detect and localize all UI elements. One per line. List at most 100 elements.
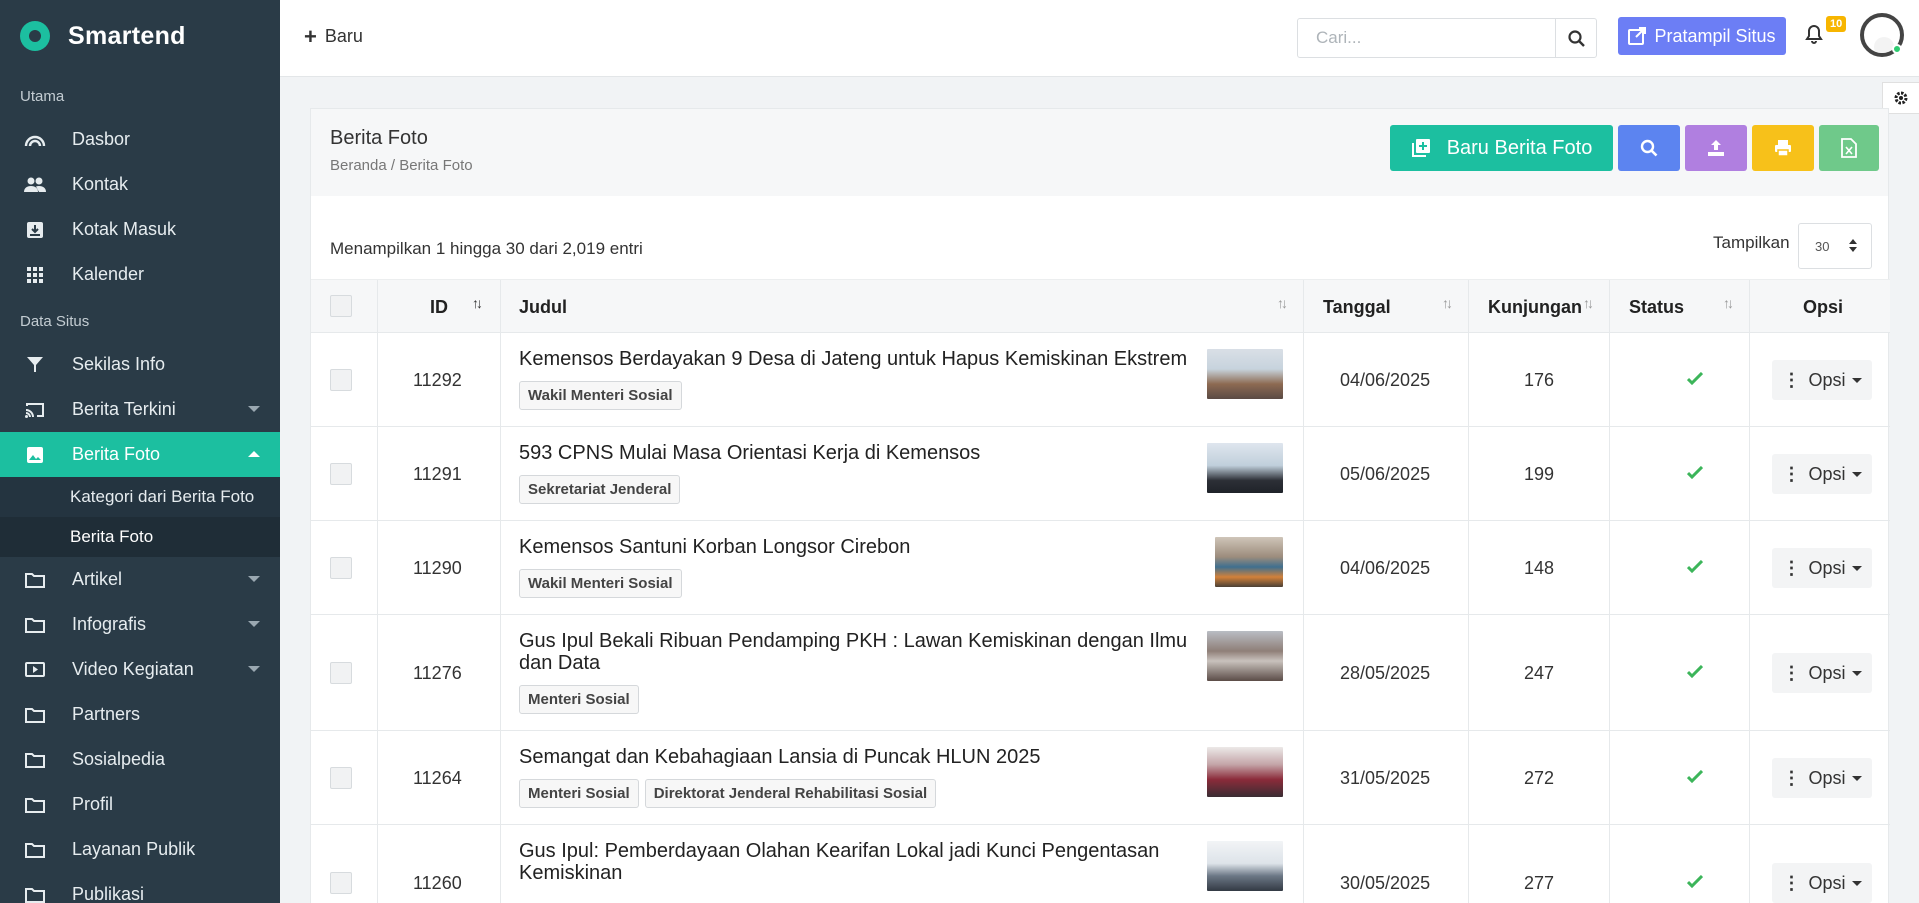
category-tag[interactable]: Wakil Menteri Sosial bbox=[519, 569, 682, 598]
row-thumbnail[interactable] bbox=[1215, 537, 1283, 587]
row-options-button[interactable]: ⋮ Opsi bbox=[1772, 548, 1872, 588]
sort-icon[interactable]: ↑↓ bbox=[1723, 295, 1734, 311]
more-vertical-icon: ⋮ bbox=[1782, 872, 1801, 893]
sidebar-item-partners[interactable]: Partners bbox=[0, 692, 280, 737]
bell-icon[interactable] bbox=[1805, 24, 1823, 49]
column-header-title[interactable]: Judul bbox=[519, 297, 567, 318]
category-tag[interactable]: Wakil Menteri Sosial bbox=[519, 381, 682, 410]
select-all-checkbox[interactable] bbox=[330, 295, 352, 317]
preview-site-label: Pratampil Situs bbox=[1654, 25, 1776, 46]
submenu-item-berita-foto[interactable]: Berita Foto bbox=[0, 517, 280, 557]
row-thumbnail[interactable] bbox=[1207, 349, 1283, 399]
table-row[interactable]: 11260 Gus Ipul: Pemberdayaan Olahan Kear… bbox=[311, 825, 1890, 903]
category-tag[interactable]: Menteri Sosial bbox=[519, 779, 639, 808]
search-button[interactable] bbox=[1555, 19, 1596, 57]
photo-icon bbox=[22, 446, 48, 464]
sidebar-item-label: Video Kegiatan bbox=[72, 659, 194, 679]
sidebar-item-profil[interactable]: Profil bbox=[0, 782, 280, 827]
sidebar-item-label: Kotak Masuk bbox=[72, 219, 177, 239]
row-tags: Sekretariat Jenderal bbox=[519, 475, 681, 504]
column-header-visits[interactable]: Kunjungan bbox=[1488, 297, 1582, 318]
page-size-select[interactable]: 30 bbox=[1798, 223, 1872, 269]
status-active-check-icon[interactable] bbox=[1687, 372, 1703, 385]
row-options-button[interactable]: ⋮ Opsi bbox=[1772, 863, 1872, 903]
sidebar-item-layanan-publik[interactable]: Layanan Publik bbox=[0, 827, 280, 872]
status-active-check-icon[interactable] bbox=[1687, 770, 1703, 783]
row-options-button[interactable]: ⋮ Opsi bbox=[1772, 454, 1872, 494]
sidebar-item-berita-terkini[interactable]: Berita Terkini bbox=[0, 387, 280, 432]
upload-button[interactable] bbox=[1685, 125, 1747, 171]
search-records-button[interactable] bbox=[1618, 125, 1680, 171]
sidebar-item-video-kegiatan[interactable]: Video Kegiatan bbox=[0, 647, 280, 692]
row-title[interactable]: Kemensos Berdayakan 9 Desa di Jateng unt… bbox=[519, 348, 1199, 370]
category-tag[interactable]: Direktorat Jenderal Rehabilitasi Sosial bbox=[644, 779, 937, 808]
breadcrumb[interactable]: Beranda / Berita Foto bbox=[330, 157, 473, 174]
row-visits: 272 bbox=[1524, 768, 1555, 788]
row-thumbnail[interactable] bbox=[1207, 841, 1283, 891]
row-title[interactable]: Gus Ipul Bekali Ribuan Pendamping PKH : … bbox=[519, 630, 1199, 674]
brand[interactable]: Smartend bbox=[0, 0, 280, 72]
category-tag[interactable]: Sekretariat Jenderal bbox=[519, 475, 681, 504]
submenu-item-kategori[interactable]: Kategori dari Berita Foto bbox=[0, 477, 280, 517]
search-input[interactable] bbox=[1298, 19, 1555, 57]
more-vertical-icon: ⋮ bbox=[1782, 557, 1801, 578]
sidebar-item-kalender[interactable]: Kalender bbox=[0, 252, 280, 297]
row-thumbnail[interactable] bbox=[1207, 631, 1283, 681]
sidebar-item-berita-foto[interactable]: Berita Foto bbox=[0, 432, 280, 477]
status-active-check-icon[interactable] bbox=[1687, 875, 1703, 888]
sidebar-item-publikasi[interactable]: Publikasi bbox=[0, 872, 280, 903]
row-options-button[interactable]: ⋮ Opsi bbox=[1772, 653, 1872, 693]
row-checkbox[interactable] bbox=[330, 662, 352, 684]
add-photo-news-button[interactable]: Baru Berita Foto bbox=[1390, 125, 1613, 171]
sort-icon[interactable]: ↑↓ bbox=[1583, 295, 1594, 311]
sidebar-item-infografis[interactable]: Infografis bbox=[0, 602, 280, 647]
row-options-label: Opsi bbox=[1808, 662, 1846, 683]
new-content-link[interactable]: + Baru bbox=[304, 25, 363, 47]
table-row[interactable]: 11290 Kemensos Santuni Korban Longsor Ci… bbox=[311, 521, 1890, 615]
table-row[interactable]: 11292 Kemensos Berdayakan 9 Desa di Jate… bbox=[311, 333, 1890, 427]
sidebar-item-artikel[interactable]: Artikel bbox=[0, 557, 280, 602]
row-options-button[interactable]: ⋮ Opsi bbox=[1772, 758, 1872, 798]
chevron-down-icon bbox=[1851, 775, 1862, 781]
column-header-status[interactable]: Status bbox=[1629, 297, 1684, 318]
sort-icon[interactable]: ↑↓ bbox=[1442, 295, 1453, 311]
row-options-label: Opsi bbox=[1808, 463, 1846, 484]
row-checkbox[interactable] bbox=[330, 872, 352, 894]
add-photo-news-label: Baru Berita Foto bbox=[1446, 136, 1593, 159]
column-header-id[interactable]: ID bbox=[430, 297, 448, 318]
chevron-down-icon bbox=[248, 621, 260, 627]
row-title[interactable]: 593 CPNS Mulai Masa Orientasi Kerja di K… bbox=[519, 442, 1199, 464]
row-title[interactable]: Gus Ipul: Pemberdayaan Olahan Kearifan L… bbox=[519, 840, 1199, 884]
sidebar-item-kotak-masuk[interactable]: Kotak Masuk bbox=[0, 207, 280, 252]
row-thumbnail[interactable] bbox=[1207, 747, 1283, 797]
table-row[interactable]: 11291 593 CPNS Mulai Masa Orientasi Kerj… bbox=[311, 427, 1890, 521]
sidebar-item-kontak[interactable]: Kontak bbox=[0, 162, 280, 207]
row-options-button[interactable]: ⋮ Opsi bbox=[1772, 360, 1872, 400]
row-title[interactable]: Semangat dan Kebahagiaan Lansia di Punca… bbox=[519, 746, 1199, 768]
upload-icon bbox=[1708, 140, 1724, 156]
row-checkbox[interactable] bbox=[330, 557, 352, 579]
sidebar-item-dasbor[interactable]: Dasbor bbox=[0, 117, 280, 162]
sidebar-item-sekilas-info[interactable]: Sekilas Info bbox=[0, 342, 280, 387]
column-header-date[interactable]: Tanggal bbox=[1323, 297, 1391, 318]
print-button[interactable] bbox=[1752, 125, 1814, 171]
category-tag[interactable]: Menteri Sosial bbox=[519, 685, 639, 714]
table-row[interactable]: 11276 Gus Ipul Bekali Ribuan Pendamping … bbox=[311, 615, 1890, 731]
status-active-check-icon[interactable] bbox=[1687, 665, 1703, 678]
row-checkbox[interactable] bbox=[330, 767, 352, 789]
row-checkbox[interactable] bbox=[330, 369, 352, 391]
sidebar-item-sosialpedia[interactable]: Sosialpedia bbox=[0, 737, 280, 782]
table-row[interactable]: 11264 Semangat dan Kebahagiaan Lansia di… bbox=[311, 731, 1890, 825]
row-tags: Wakil Menteri Sosial bbox=[519, 569, 682, 598]
contacts-icon bbox=[22, 177, 48, 193]
sort-icon[interactable]: ↑↓ bbox=[472, 295, 483, 311]
export-excel-button[interactable] bbox=[1819, 125, 1879, 171]
preview-site-button[interactable]: Pratampil Situs bbox=[1618, 17, 1786, 55]
row-checkbox[interactable] bbox=[330, 463, 352, 485]
status-active-check-icon[interactable] bbox=[1687, 560, 1703, 573]
status-active-check-icon[interactable] bbox=[1687, 466, 1703, 479]
sort-icon[interactable]: ↑↓ bbox=[1277, 295, 1288, 311]
inbox-icon bbox=[22, 221, 48, 239]
row-title[interactable]: Kemensos Santuni Korban Longsor Cirebon bbox=[519, 536, 1199, 558]
row-thumbnail[interactable] bbox=[1207, 443, 1283, 493]
